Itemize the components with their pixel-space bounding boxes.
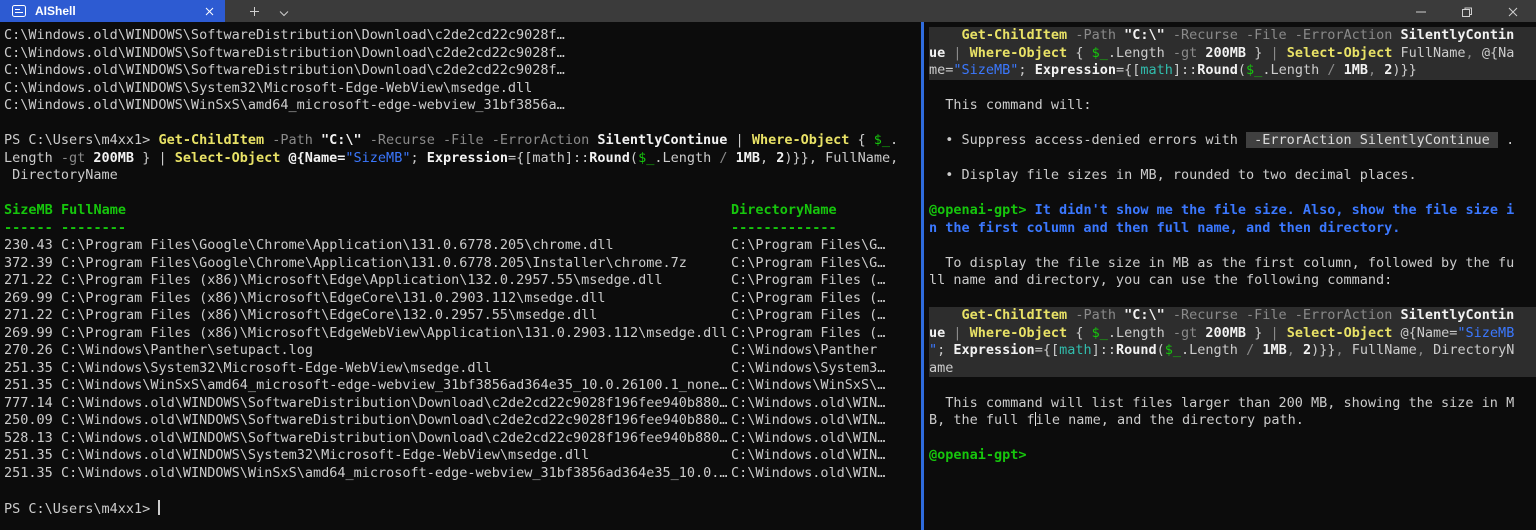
titlebar-drag-area [299, 0, 1398, 22]
chevron-down-icon [279, 2, 289, 21]
table-row: 271.22C:\Program Files (x86)\Microsoft\E… [4, 307, 921, 325]
terminal-line [4, 482, 921, 500]
terminal-content: C:\Windows.old\WINDOWS\SoftwareDistribut… [0, 22, 1536, 530]
new-tab-icon [249, 2, 260, 21]
terminal-line [929, 237, 1536, 255]
powershell-pane[interactable]: C:\Windows.old\WINDOWS\SoftwareDistribut… [0, 22, 921, 530]
terminal-line [929, 185, 1536, 203]
tab-close-icon[interactable] [201, 3, 217, 19]
terminal-line: C:\Windows.old\WINDOWS\SoftwareDistribut… [4, 62, 921, 80]
restore-icon [1462, 2, 1472, 21]
window-controls [1398, 0, 1536, 22]
terminal-line [929, 377, 1536, 395]
table-row: 270.26C:\Windows\Panther\setupact.logC:\… [4, 342, 921, 360]
terminal-line: This command will list files larger than… [929, 395, 1536, 413]
terminal-line: C:\Windows.old\WINDOWS\WinSxS\amd64_micr… [4, 97, 921, 115]
terminal-line: • Display file sizes in MB, rounded to t… [929, 167, 1536, 185]
terminal-line: ame [929, 360, 1536, 378]
terminal-line: C:\Windows.old\WINDOWS\SoftwareDistribut… [4, 27, 921, 45]
terminal-line: PS C:\Users\m4xx1> [4, 500, 921, 518]
maximize-button[interactable] [1444, 0, 1490, 22]
terminal-line [4, 115, 921, 133]
close-button[interactable] [1490, 0, 1536, 22]
terminal-line: C:\Windows.old\WINDOWS\SoftwareDistribut… [4, 45, 921, 63]
terminal-line: B, the full file name, and the directory… [929, 412, 1536, 430]
close-icon [1508, 2, 1518, 21]
terminal-line: Length -gt 200MB } | Select-Object @{Nam… [4, 150, 921, 168]
terminal-line: Get-ChildItem -Path "C:\" -Recurse -File… [929, 27, 1536, 45]
terminal-line: n the first column and then full name, a… [929, 220, 1536, 238]
table-row: 777.14C:\Windows.old\WINDOWS\SoftwareDis… [4, 395, 921, 413]
terminal-line [929, 80, 1536, 98]
terminal-line [929, 150, 1536, 168]
terminal-line: ll name and directory, you can use the f… [929, 272, 1536, 290]
terminal-line [929, 115, 1536, 133]
table-row: 250.09C:\Windows.old\WINDOWS\SoftwareDis… [4, 412, 921, 430]
table-row: 251.35C:\Windows.old\WINDOWS\System32\Mi… [4, 447, 921, 465]
terminal-line: ue | Where-Object { $_.Length -gt 200MB … [929, 45, 1536, 63]
table-row: SizeMBFullNameDirectoryName [4, 202, 921, 220]
terminal-line: • Suppress access-denied errors with -Er… [929, 132, 1536, 150]
table-row: 528.13C:\Windows.old\WINDOWS\SoftwareDis… [4, 430, 921, 448]
terminal-line: @openai-gpt> [929, 447, 1536, 465]
terminal-window: AIShell [0, 0, 1536, 530]
table-row: 251.35C:\Windows.old\WINDOWS\WinSxS\amd6… [4, 465, 921, 483]
table-row: 269.99C:\Program Files (x86)\Microsoft\E… [4, 290, 921, 308]
terminal-line: Get-ChildItem -Path "C:\" -Recurse -File… [929, 307, 1536, 325]
terminal-line: DirectoryName [4, 167, 921, 185]
aishell-sidebar-pane[interactable]: Get-ChildItem -Path "C:\" -Recurse -File… [924, 22, 1536, 530]
table-row: 271.22C:\Program Files (x86)\Microsoft\E… [4, 272, 921, 290]
tab-dropdown-button[interactable] [269, 0, 299, 22]
terminal-line: me="SizeMB"; Expression={[math]::Round($… [929, 62, 1536, 80]
titlebar: AIShell [0, 0, 1536, 22]
tab-aishell[interactable]: AIShell [0, 0, 225, 22]
terminal-line: To display the file size in MB as the fi… [929, 255, 1536, 273]
minimize-button[interactable] [1398, 0, 1444, 22]
terminal-line: C:\Windows.old\WINDOWS\System32\Microsof… [4, 80, 921, 98]
terminal-line: ue | Where-Object { $_.Length -gt 200MB … [929, 325, 1536, 343]
aishell-tab-icon [12, 5, 26, 17]
terminal-line [4, 185, 921, 203]
terminal-line: @openai-gpt> It didn't show me the file … [929, 202, 1536, 220]
terminal-line [929, 430, 1536, 448]
terminal-line: "; Expression={[math]::Round($_.Length /… [929, 342, 1536, 360]
terminal-line [929, 290, 1536, 308]
table-row: 269.99C:\Program Files (x86)\Microsoft\E… [4, 325, 921, 343]
minimize-icon [1416, 2, 1426, 21]
table-row: 372.39C:\Program Files\Google\Chrome\App… [4, 255, 921, 273]
table-row: --------------------------- [4, 220, 921, 238]
new-tab-button[interactable] [239, 0, 269, 22]
table-row: 251.35C:\Windows\System32\Microsoft-Edge… [4, 360, 921, 378]
terminal-line: This command will: [929, 97, 1536, 115]
table-row: 251.35C:\Windows\WinSxS\amd64_microsoft-… [4, 377, 921, 395]
table-row: 230.43C:\Program Files\Google\Chrome\App… [4, 237, 921, 255]
tab-title: AIShell [35, 4, 192, 18]
terminal-line: PS C:\Users\m4xx1> Get-ChildItem -Path "… [4, 132, 921, 150]
